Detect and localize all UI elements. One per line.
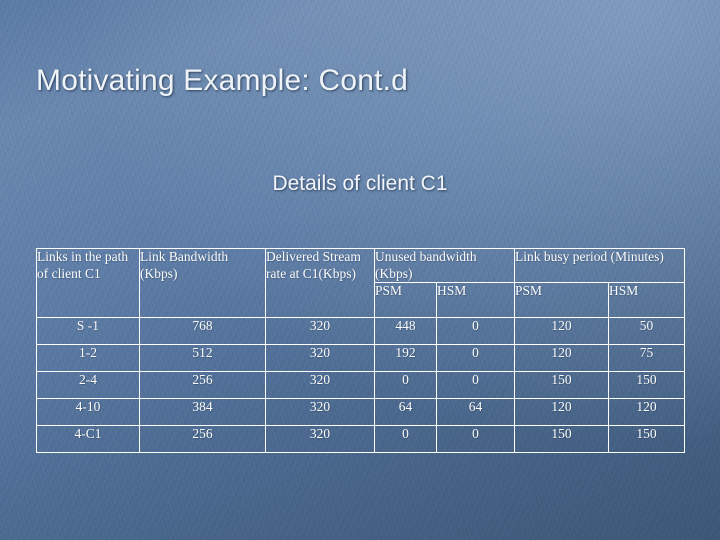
cell-delivered: 320 [265,344,375,372]
cell-link: 4-10 [36,398,140,426]
cell-busy-psm: 120 [514,344,610,372]
table-row: 1-2 512 320 192 0 120 75 [36,344,686,372]
page-title: Motivating Example: Cont.d [36,64,409,97]
cell-unused-psm: 0 [374,425,437,453]
details-table-container: Links in the path of client C1 Link Band… [36,248,686,453]
cell-busy-psm: 150 [514,425,610,453]
cell-delivered: 320 [265,317,375,345]
cell-busy-hsm: 120 [608,398,686,426]
table-row: 4-10 384 320 64 64 120 120 [36,398,686,426]
cell-delivered: 320 [265,398,375,426]
cell-link: 4-C1 [36,425,140,453]
cell-busy-psm: 120 [514,317,610,345]
subheader-busy-hsm: HSM [608,282,686,318]
cell-unused-psm: 0 [374,371,437,399]
cell-busy-hsm: 50 [608,317,686,345]
cell-unused-hsm: 0 [435,344,516,372]
table-row: 4-C1 256 320 0 0 150 150 [36,425,686,453]
table-row: S -1 768 320 448 0 120 50 [36,317,686,345]
cell-unused-psm: 192 [374,344,437,372]
page-number: 7 [0,251,692,266]
table-row: 2-4 256 320 0 0 150 150 [36,371,686,399]
cell-unused-hsm: 0 [435,317,516,345]
cell-link: S -1 [36,317,140,345]
cell-delivered: 320 [265,425,375,453]
cell-unused-psm: 448 [374,317,437,345]
table-body: S -1 768 320 448 0 120 50 1-2 512 320 19… [36,317,686,453]
cell-busy-psm: 120 [514,398,610,426]
cell-busy-psm: 150 [514,371,610,399]
cell-delivered: 320 [265,371,375,399]
cell-unused-hsm: 64 [435,398,516,426]
cell-link: 2-4 [36,371,140,399]
cell-bandwidth: 768 [139,317,266,345]
cell-busy-hsm: 75 [608,344,686,372]
subheader-unused-hsm: HSM [435,282,516,318]
cell-unused-hsm: 0 [435,425,516,453]
cell-bandwidth: 512 [139,344,266,372]
slide-subtitle: Details of client C1 [272,172,448,195]
subheader-busy-psm: PSM [514,282,610,318]
cell-busy-hsm: 150 [608,371,686,399]
cell-bandwidth: 256 [139,371,266,399]
cell-busy-hsm: 150 [608,425,686,453]
slide-canvas: Motivating Example: Cont.d Details of cl… [0,0,720,540]
client-c1-details-table: Links in the path of client C1 Link Band… [36,248,686,453]
cell-unused-psm: 64 [374,398,437,426]
cell-bandwidth: 384 [139,398,266,426]
cell-bandwidth: 256 [139,425,266,453]
subheader-unused-psm: PSM [374,282,437,318]
cell-link: 1-2 [36,344,140,372]
cell-unused-hsm: 0 [435,371,516,399]
